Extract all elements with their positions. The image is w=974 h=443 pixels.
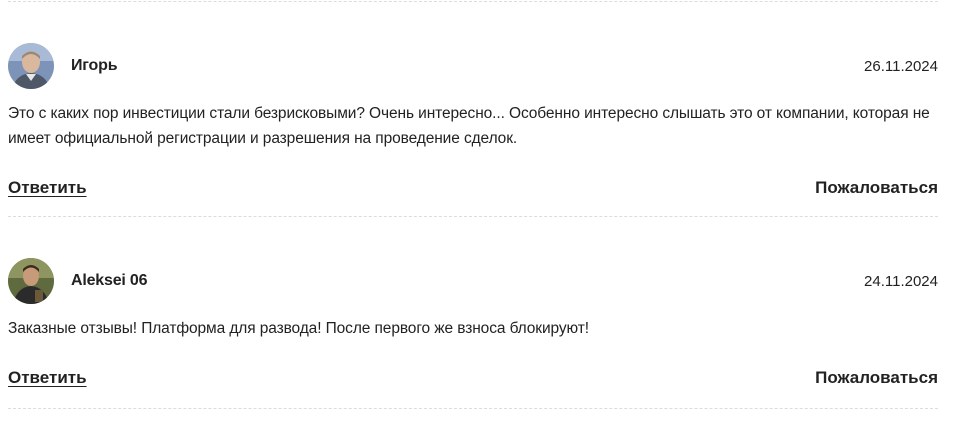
comment-author: Aleksei 06 (71, 272, 148, 289)
avatar[interactable] (8, 258, 54, 304)
comment-item: Aleksei 06 24.11.2024 Заказные отзывы! П… (8, 258, 938, 390)
comment-author: Игорь (71, 57, 118, 74)
comment-actions: Ответить Пожаловаться (8, 178, 938, 200)
user-photo-icon (8, 258, 54, 304)
comment-item: Игорь 26.11.2024 Это с каких пор инвести… (8, 43, 938, 200)
comment-date: 24.11.2024 (864, 273, 938, 290)
top-divider (8, 1, 938, 2)
comment-text: Заказные отзывы! Платформа для развода! … (8, 320, 589, 337)
comment-actions: Ответить Пожаловаться (8, 368, 938, 390)
avatar[interactable] (8, 43, 54, 89)
user-photo-icon (8, 43, 54, 89)
comment-date: 26.11.2024 (864, 58, 938, 75)
comment-header: Игорь 26.11.2024 (8, 43, 938, 89)
comment-divider (8, 216, 938, 217)
comment-divider (8, 408, 938, 409)
comment-header: Aleksei 06 24.11.2024 (8, 258, 938, 304)
reply-link[interactable]: Ответить (8, 178, 87, 198)
report-link[interactable]: Пожаловаться (815, 178, 938, 198)
reply-link[interactable]: Ответить (8, 368, 87, 388)
report-link[interactable]: Пожаловаться (815, 368, 938, 388)
comment-text: Это с каких пор инвестиции стали безриск… (8, 105, 930, 147)
